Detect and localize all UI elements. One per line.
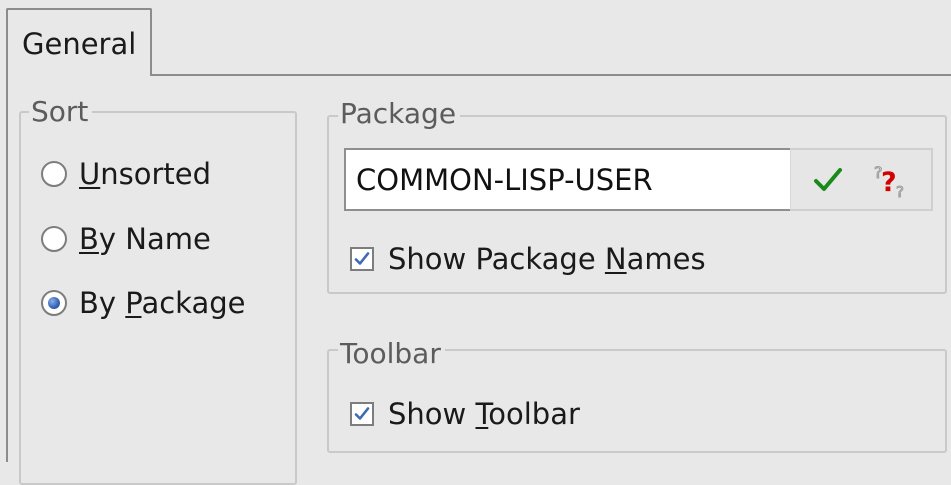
svg-text:?: ? <box>896 183 904 201</box>
show-package-names-checkbox[interactable]: Show Package Names <box>350 242 706 276</box>
check-mark-icon <box>354 252 370 265</box>
radio-by-package-label: By Package <box>79 286 246 320</box>
package-group-title: Package <box>338 98 461 130</box>
check-mark-icon <box>354 407 370 420</box>
show-toolbar-label: Show Toolbar <box>388 397 580 431</box>
radio-unsorted-indicator[interactable] <box>41 161 67 187</box>
checkmark-icon[interactable] <box>812 164 844 196</box>
help-question-icon[interactable]: ? ? ? <box>872 158 916 202</box>
show-package-names-box[interactable] <box>350 247 374 271</box>
radio-unsorted-label: Unsorted <box>79 157 212 191</box>
svg-text:?: ? <box>881 167 897 198</box>
tab-general[interactable]: General <box>6 8 152 76</box>
tab-panel-left-border <box>6 74 8 462</box>
radio-by-package-indicator[interactable] <box>41 290 67 316</box>
radio-unsorted[interactable]: Unsorted <box>41 157 211 191</box>
show-package-names-label: Show Package Names <box>388 242 706 276</box>
radio-by-package[interactable]: By Package <box>41 286 246 320</box>
sort-group-title: Sort <box>29 96 93 128</box>
show-toolbar-checkbox[interactable]: Show Toolbar <box>350 397 580 431</box>
package-input[interactable] <box>344 148 790 211</box>
radio-by-name-indicator[interactable] <box>41 226 67 252</box>
show-toolbar-box[interactable] <box>350 402 374 426</box>
toolbar-group-title: Toolbar <box>338 338 445 370</box>
tab-general-label: General <box>22 27 137 61</box>
radio-by-name[interactable]: By Name <box>41 222 211 256</box>
tab-bar-divider <box>150 74 951 76</box>
radio-by-name-label: By Name <box>79 222 211 256</box>
